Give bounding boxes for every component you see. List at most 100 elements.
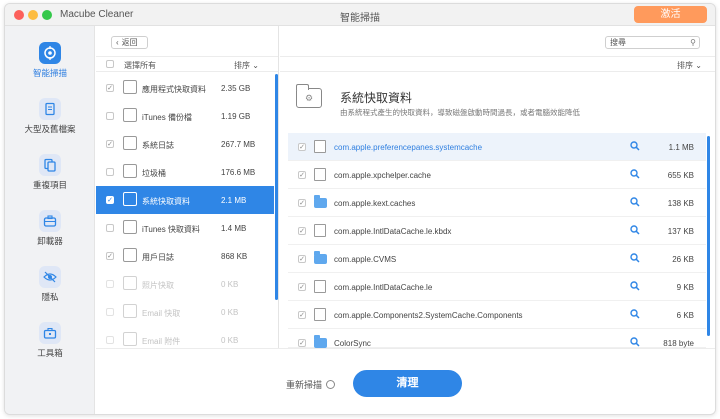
magnifier-icon[interactable] [630,337,640,347]
rescan-button[interactable]: 重新掃描 [286,378,336,391]
item-name: Email 附件 [142,337,181,346]
item-checkbox[interactable] [106,308,114,316]
detail-scrollbar[interactable] [707,136,710,336]
sidebar-item-large-old-files[interactable]: 大型及舊檔案 [5,92,95,144]
sidebar-item-smart-scan[interactable]: 智能掃描 [5,36,95,88]
app-window: Macube Cleaner 智能掃描 激活 智能掃描 大型及舊檔案 重複項目 [4,3,716,415]
list-sort-dropdown[interactable]: 排序 ⌄ [234,60,259,71]
item-checkbox[interactable] [106,280,114,288]
row-checkbox[interactable]: ✓ [298,339,306,347]
detail-description: 由系統程式產生的快取資料，導致磁盤啟動時間過長，或者電腦效能降低 [340,108,580,117]
item-checkbox[interactable]: ✓ [106,196,114,204]
table-row[interactable]: ✓ com.apple.preferencepanes.systemcache … [288,133,706,161]
activate-button[interactable]: 激活 [634,6,707,23]
sidebar-item-duplicates[interactable]: 重複項目 [5,148,95,200]
table-row[interactable]: ✓ com.apple.xpchelper.cache 655 KB [288,161,706,189]
row-checkbox[interactable]: ✓ [298,255,306,263]
minimize-window-button[interactable] [28,10,38,20]
row-checkbox[interactable]: ✓ [298,311,306,319]
row-name: com.apple.preferencepanes.systemcache [334,143,483,152]
item-checkbox[interactable] [106,168,114,176]
trash-icon [123,164,137,178]
item-name: 應用程式快取資料 [142,85,206,94]
item-checkbox[interactable]: ✓ [106,84,114,92]
select-all-checkbox[interactable] [106,60,114,68]
item-checkbox[interactable] [106,112,114,120]
list-item[interactable]: ✓ 用戶日誌 868 KB [96,242,274,270]
list-header: 選擇所有 排序 ⌄ [96,56,278,72]
file-icon [314,224,326,237]
list-item[interactable]: ✓ 系統快取資料 2.1 MB [96,186,274,214]
item-checkbox[interactable]: ✓ [106,140,114,148]
list-item[interactable]: ✓ 應用程式快取資料 2.35 GB [96,74,274,102]
magnifier-icon[interactable] [630,281,640,291]
clean-button[interactable]: 清理 [353,370,462,397]
list-item[interactable]: ✓ 系統日誌 267.7 MB [96,130,274,158]
magnifier-icon[interactable] [630,141,640,151]
close-window-button[interactable] [14,10,24,20]
sidebar-item-label: 大型及舊檔案 [24,124,76,134]
item-checkbox[interactable] [106,224,114,232]
item-name: Email 快取 [142,309,181,318]
item-size: 1.4 MB [221,224,247,233]
gear-icon: ⚙ [305,93,314,103]
list-item[interactable]: iTunes 備份檔 1.19 GB [96,102,274,130]
row-size: 818 byte [663,339,694,348]
magnifier-icon[interactable] [630,197,640,207]
magnifier-icon[interactable] [630,169,640,179]
row-size: 137 KB [667,227,694,236]
table-row[interactable]: ✓ com.apple.kext.caches 138 KB [288,189,706,217]
row-checkbox[interactable]: ✓ [298,283,306,291]
list-item[interactable]: Email 快取 0 KB [96,298,274,326]
row-checkbox[interactable]: ✓ [298,199,306,207]
table-row[interactable]: ✓ ColorSync 818 byte [288,329,706,348]
item-size: 1.19 GB [221,112,251,121]
mail-icon [123,304,137,318]
sidebar-item-uninstaller[interactable]: 卸載器 [5,204,95,256]
list-item[interactable]: iTunes 快取資料 1.4 MB [96,214,274,242]
file-icon [314,140,326,153]
table-row[interactable]: ✓ com.apple.CVMS 26 KB [288,245,706,273]
item-name: 用戶日誌 [142,253,174,262]
row-name: com.apple.IntlDataCache.le.kbdx [334,227,452,236]
item-size: 267.7 MB [221,140,256,149]
user-log-icon [123,248,137,262]
sidebar-item-toolbox[interactable]: 工具箱 [5,316,95,368]
folder-icon [314,251,327,264]
gear-folder-icon [123,192,137,206]
detail-toolbar: 排序 ⌄ [280,56,715,72]
music-icon [123,220,137,234]
table-row[interactable]: ✓ com.apple.IntlDataCache.le.kbdx 137 KB [288,217,706,245]
item-name: 系統快取資料 [142,197,190,206]
magnifier-icon[interactable] [630,309,640,319]
item-checkbox[interactable] [106,336,114,344]
attachment-icon [123,332,137,346]
log-file-icon [123,136,137,150]
detail-sort-dropdown[interactable]: 排序 ⌄ [677,60,702,71]
chevron-down-icon: ⌄ [695,61,702,70]
table-row[interactable]: ✓ com.apple.IntlDataCache.le 9 KB [288,273,706,301]
magnifier-icon[interactable] [630,225,640,235]
row-name: com.apple.Components2.SystemCache.Compon… [334,311,523,320]
list-scrollbar[interactable] [275,74,278,300]
document-icon [39,98,61,120]
zoom-window-button[interactable] [42,10,52,20]
list-item[interactable]: 垃圾桶 176.6 MB [96,158,274,186]
list-item[interactable]: 照片快取 0 KB [96,270,274,298]
table-row[interactable]: ✓ com.apple.Components2.SystemCache.Comp… [288,301,706,329]
row-checkbox[interactable]: ✓ [298,227,306,235]
item-checkbox[interactable]: ✓ [106,252,114,260]
back-button[interactable]: ‹ 返回 [111,36,148,49]
search-placeholder: 搜尋 [610,38,626,47]
search-input[interactable]: 搜尋 ⚲ [605,36,700,49]
app-cache-icon [123,80,137,94]
sort-label: 排序 [677,61,693,70]
row-checkbox[interactable]: ✓ [298,143,306,151]
row-size: 1.1 MB [668,143,694,152]
item-size: 0 KB [221,308,239,317]
detail-title: 系統快取資料 [340,91,413,105]
row-checkbox[interactable]: ✓ [298,171,306,179]
chevron-down-icon: ⌄ [252,61,259,70]
magnifier-icon[interactable] [630,253,640,263]
sidebar-item-privacy[interactable]: 隱私 [5,260,95,312]
